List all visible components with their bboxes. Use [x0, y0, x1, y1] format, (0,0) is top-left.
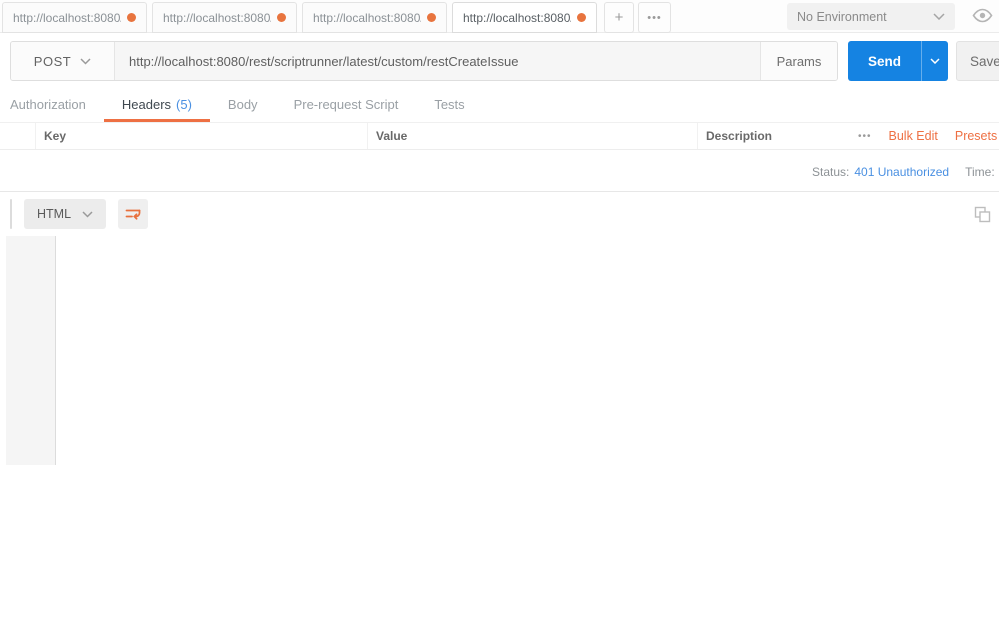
- format-select[interactable]: HTML: [24, 199, 106, 229]
- response-view-toolbar: HTML: [0, 192, 999, 236]
- tab-label: Authorization: [10, 97, 86, 112]
- params-button[interactable]: Params: [760, 42, 837, 80]
- editor-gutter: [6, 236, 56, 465]
- save-button[interactable]: Save: [956, 41, 999, 81]
- wrap-text-icon: [124, 205, 142, 223]
- wrap-text-button[interactable]: [118, 199, 148, 229]
- view-mode-switch: [10, 199, 12, 229]
- response-header: Status: 401 Unauthorized Time: 88: [0, 152, 999, 192]
- tab-label: Pre-request Script: [294, 97, 399, 112]
- tab-tests[interactable]: Tests: [416, 89, 482, 122]
- send-button[interactable]: Send: [848, 41, 948, 81]
- tab-url-label: http://localhost:8080/: [313, 11, 421, 25]
- chevron-down-icon: [933, 13, 945, 20]
- tab-url-label: http://localhost:8080/: [463, 11, 571, 25]
- unsaved-changes-dot-icon: [427, 13, 436, 22]
- time-label: Time:: [965, 165, 995, 179]
- request-tab[interactable]: http://localhost:8080/: [302, 2, 447, 33]
- presets-button[interactable]: Presets: [955, 129, 997, 143]
- status-value[interactable]: 401 Unauthorized: [854, 165, 949, 179]
- chevron-down-icon: [80, 58, 91, 65]
- request-tab[interactable]: http://localhost:8080/: [152, 2, 297, 33]
- tab-url-label: http://localhost:8080/: [13, 11, 121, 25]
- response-status-line: Status: 401 Unauthorized Time: 88: [812, 152, 999, 191]
- editor-code-area[interactable]: [56, 236, 999, 465]
- bulk-edit-button[interactable]: Bulk Edit: [889, 129, 938, 143]
- request-tab[interactable]: http://localhost:8080/: [2, 2, 147, 33]
- tab-count-badge: (5): [176, 97, 192, 112]
- key-column-header: Key: [36, 123, 368, 149]
- headers-table: Key Value Description ••• Bulk Edit Pres…: [0, 122, 999, 150]
- request-tab[interactable]: http://localhost:8080/: [452, 2, 597, 33]
- environment-selector[interactable]: No Environment: [787, 3, 955, 30]
- chevron-down-icon: [82, 211, 93, 218]
- tab-url-label: http://localhost:8080/: [163, 11, 271, 25]
- unsaved-changes-dot-icon: [277, 13, 286, 22]
- url-input[interactable]: http://localhost:8080/rest/scriptrunner/…: [115, 42, 760, 80]
- url-input-group: POST http://localhost:8080/rest/scriptru…: [10, 41, 838, 81]
- request-tab-bar: http://localhost:8080/http://localhost:8…: [0, 0, 999, 33]
- new-tab-button[interactable]: +: [604, 2, 634, 33]
- headers-table-header: Key Value Description ••• Bulk Edit Pres…: [0, 122, 999, 150]
- open-request-tabs: http://localhost:8080/http://localhost:8…: [2, 2, 597, 33]
- tab-headers[interactable]: Headers (5): [104, 89, 210, 122]
- method-select[interactable]: POST: [11, 42, 115, 80]
- status-label: Status:: [812, 165, 849, 179]
- unsaved-changes-dot-icon: [577, 13, 586, 22]
- method-label: POST: [34, 54, 71, 69]
- environment-preview-icon[interactable]: [972, 8, 993, 23]
- request-editor-tabs: Authorization Headers (5) Body Pre-request S…: [0, 89, 999, 122]
- table-header-controls: ••• Bulk Edit Presets: [858, 123, 997, 149]
- table-menu-icon[interactable]: •••: [858, 131, 872, 142]
- tab-overflow-button[interactable]: •••: [638, 2, 671, 33]
- unsaved-changes-dot-icon: [127, 13, 136, 22]
- environment-selector-label: No Environment: [797, 10, 887, 24]
- response-body-editor[interactable]: [0, 236, 999, 465]
- format-label: HTML: [37, 207, 71, 221]
- value-column-header: Value: [368, 123, 698, 149]
- send-options-chevron-icon[interactable]: [921, 41, 948, 81]
- request-builder-row: POST http://localhost:8080/rest/scriptru…: [0, 33, 999, 89]
- tab-label: Body: [228, 97, 258, 112]
- select-all-column: [0, 123, 36, 149]
- tab-body[interactable]: Body: [210, 89, 276, 122]
- tab-authorization[interactable]: Authorization: [0, 89, 104, 122]
- tab-label: Tests: [434, 97, 464, 112]
- tab-label: Headers: [122, 97, 171, 112]
- send-button-label: Send: [848, 41, 921, 81]
- tab-pre-request-script[interactable]: Pre-request Script: [276, 89, 417, 122]
- copy-response-button[interactable]: [974, 206, 991, 223]
